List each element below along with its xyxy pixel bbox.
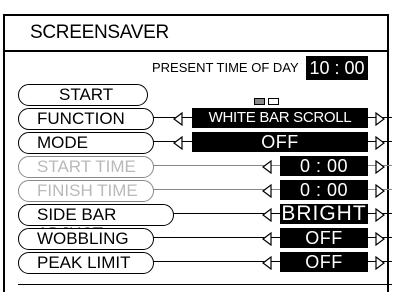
wobbling-label[interactable]: WOBBLING bbox=[18, 228, 154, 250]
function-value: WHITE BAR SCROLL bbox=[192, 108, 368, 128]
triangle-right-icon[interactable] bbox=[375, 136, 385, 150]
present-time-label: PRESENT TIME OF DAY bbox=[152, 60, 299, 75]
start-time-label: START TIME bbox=[18, 156, 154, 178]
page-title: SCREENSAVER bbox=[30, 22, 169, 43]
triangle-right-icon[interactable] bbox=[375, 208, 385, 222]
triangle-left-icon[interactable] bbox=[173, 112, 183, 126]
start-time-value: 0 : 00 bbox=[280, 156, 368, 176]
row-divider bbox=[18, 284, 392, 285]
function-label[interactable]: FUNCTION bbox=[18, 108, 154, 130]
triangle-left-icon[interactable] bbox=[262, 232, 272, 246]
indicator-off-icon bbox=[268, 98, 279, 105]
side-bar-adjust-value: BRIGHT bbox=[280, 202, 368, 225]
side-bar-adjust-label[interactable]: SIDE BAR ADJUST bbox=[18, 204, 174, 243]
finish-time-value: 0 : 00 bbox=[280, 180, 368, 200]
mode-value: OFF bbox=[192, 132, 368, 152]
triangle-left-icon bbox=[262, 160, 272, 174]
triangle-right-icon[interactable] bbox=[375, 256, 385, 270]
triangle-left-icon[interactable] bbox=[262, 208, 272, 222]
present-time-value: 10 : 00 bbox=[306, 56, 368, 80]
mode-label[interactable]: MODE bbox=[18, 132, 154, 154]
triangle-left-icon bbox=[262, 184, 272, 198]
triangle-right-icon bbox=[375, 184, 385, 198]
peak-limit-value: OFF bbox=[280, 252, 368, 272]
triangle-left-icon[interactable] bbox=[173, 136, 183, 150]
triangle-right-icon bbox=[375, 160, 385, 174]
finish-time-label: FINISH TIME bbox=[18, 180, 154, 202]
triangle-left-icon[interactable] bbox=[262, 256, 272, 270]
start-button[interactable]: START bbox=[18, 84, 148, 106]
triangle-right-icon[interactable] bbox=[375, 232, 385, 246]
wobbling-value: OFF bbox=[280, 228, 368, 248]
triangle-right-icon[interactable] bbox=[375, 112, 385, 126]
peak-limit-label[interactable]: PEAK LIMIT bbox=[18, 252, 154, 274]
indicator-on-icon bbox=[254, 98, 265, 105]
